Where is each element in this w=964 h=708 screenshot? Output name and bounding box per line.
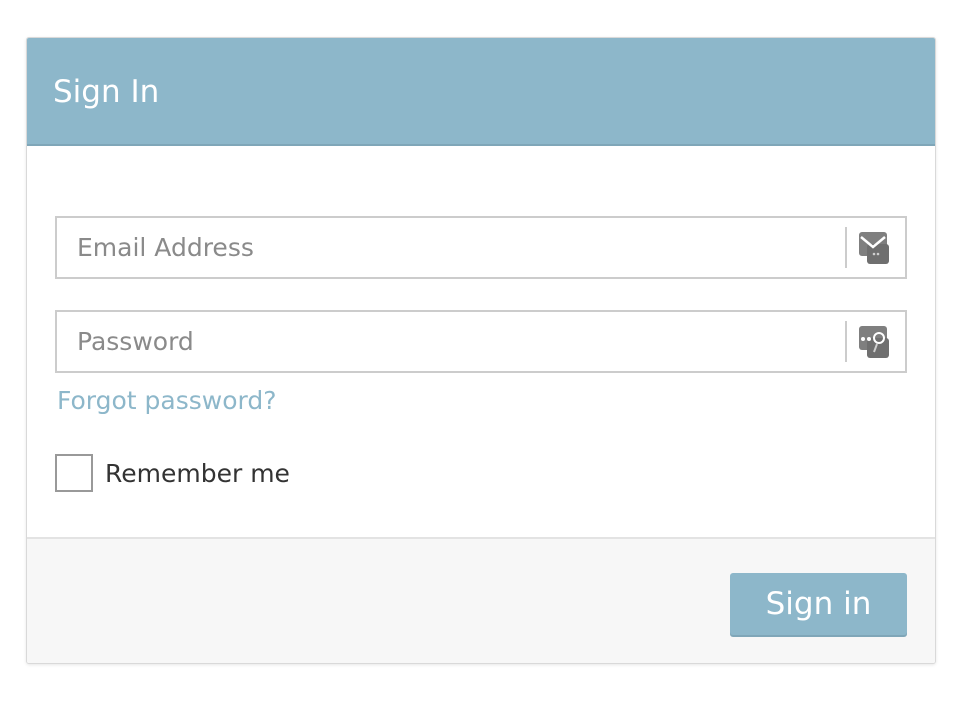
forgot-password-link[interactable]: Forgot password?: [57, 384, 277, 418]
sign-in-button[interactable]: Sign in: [730, 573, 907, 635]
password-field-group: [55, 310, 907, 373]
envelope-icon: [857, 230, 891, 266]
key-icon: [857, 324, 891, 360]
password-field-divider: [845, 321, 847, 362]
remember-me-checkbox[interactable]: [55, 454, 93, 492]
page-title: Sign In: [53, 74, 160, 110]
remember-me-label: Remember me: [105, 458, 290, 488]
email-field-group: [55, 216, 907, 279]
sign-in-card: Sign In Forgo: [26, 37, 936, 664]
password-input[interactable]: [57, 312, 845, 371]
email-field-divider: [845, 227, 847, 268]
card-footer: Sign in: [27, 537, 935, 663]
email-input[interactable]: [57, 218, 845, 277]
card-header: Sign In: [27, 38, 935, 146]
remember-me-row[interactable]: Remember me: [55, 453, 290, 493]
